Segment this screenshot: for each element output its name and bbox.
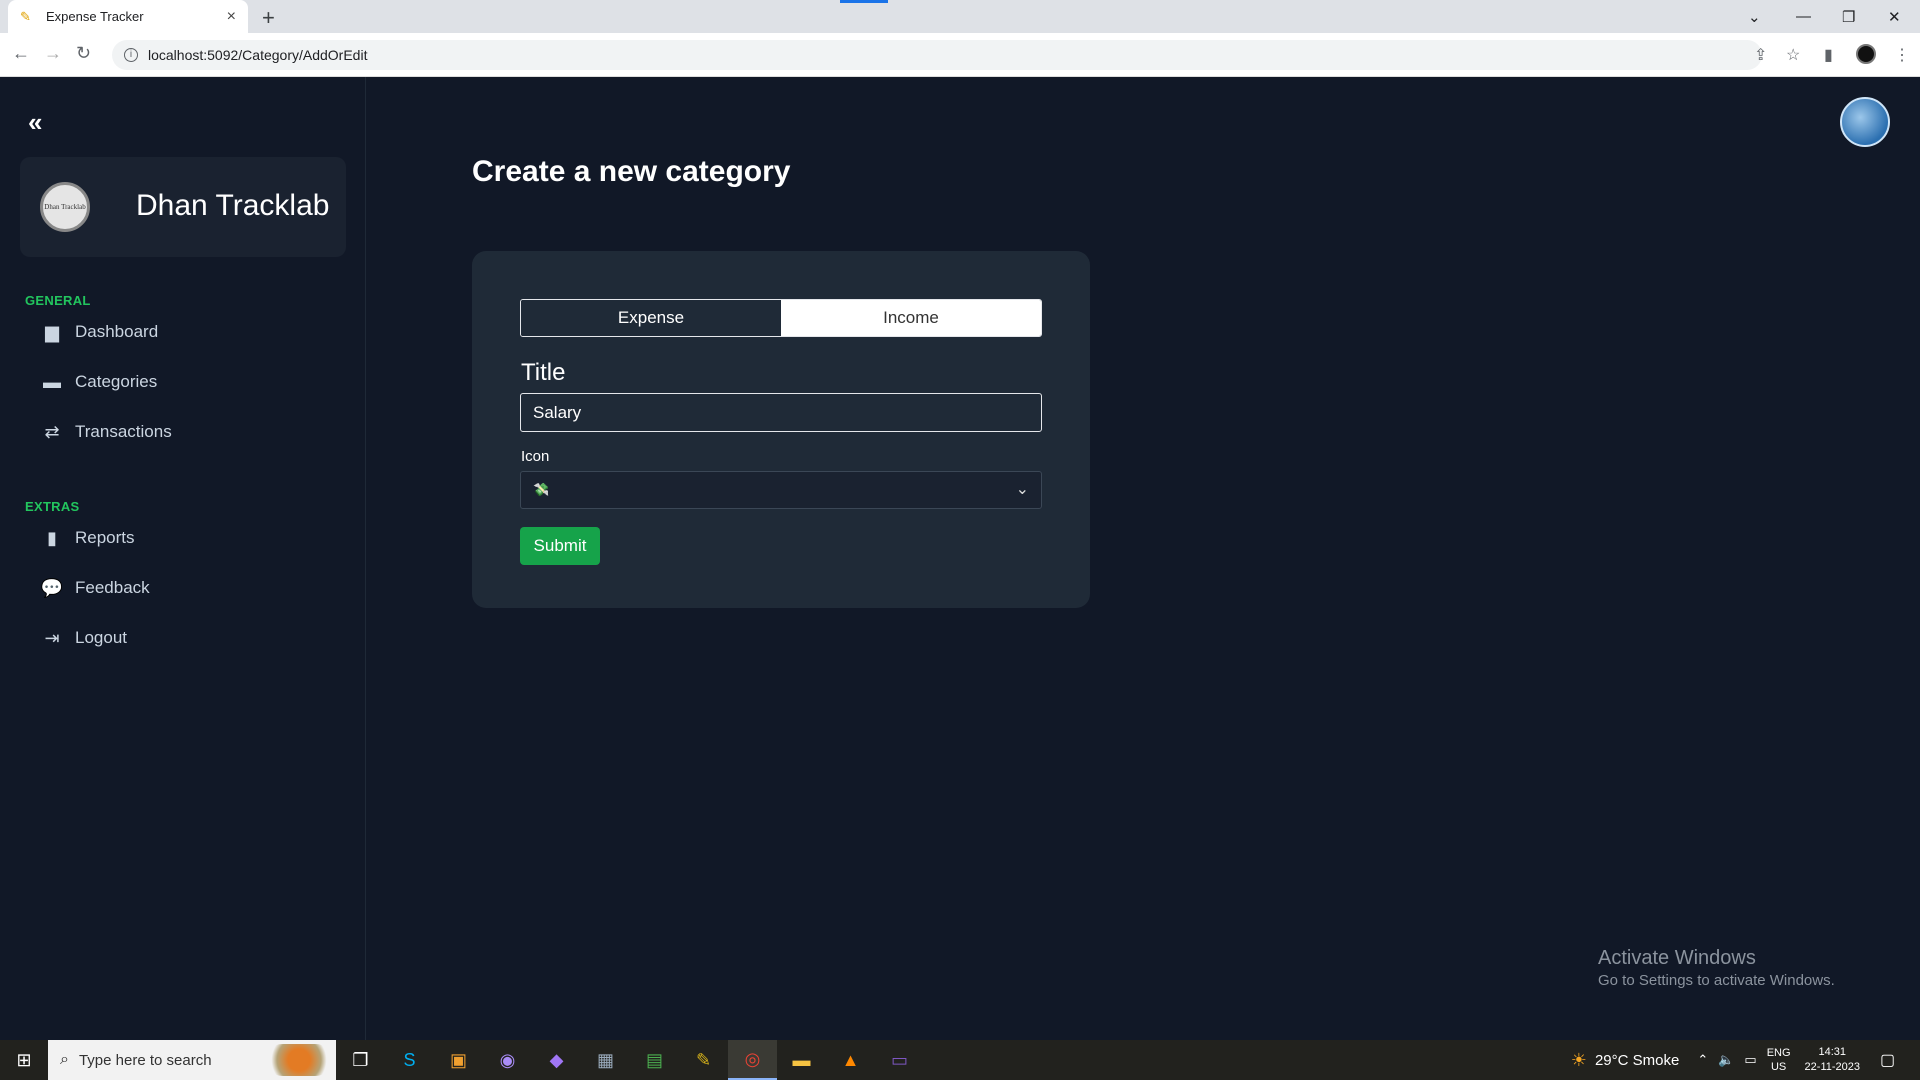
type-option-income[interactable]: Income [781, 300, 1041, 336]
user-avatar[interactable] [1840, 97, 1890, 147]
app-root: « Dhan Tracklab Dhan Tracklab GENERAL ▆ … [0, 77, 1920, 1040]
editor-app-icon[interactable]: ✎ [679, 1040, 728, 1080]
language-indicator[interactable]: ENG US [1767, 1046, 1791, 1074]
collapse-sidebar-icon[interactable]: « [28, 107, 42, 138]
github-desktop-icon[interactable]: ◉ [483, 1040, 532, 1080]
submit-button[interactable]: Submit [520, 527, 600, 565]
site-info-icon[interactable]: i [124, 48, 138, 62]
sidebar-item-label: Logout [75, 628, 127, 647]
address-bar[interactable]: i localhost:5092/Category/AddOrEdit [112, 40, 1762, 70]
reload-icon[interactable]: ↻ [76, 43, 91, 64]
browser-tab[interactable]: ✎ Expense Tracker × [8, 0, 248, 33]
search-placeholder: Type here to search [78, 1051, 212, 1069]
side-panel-icon[interactable]: ▮ [1824, 45, 1833, 65]
icon-label: Icon [521, 448, 550, 465]
region-code: US [1770, 1061, 1787, 1073]
browser-menu-icon[interactable]: ⋮ [1894, 45, 1910, 65]
windows-start-icon[interactable]: ⊞ [0, 1040, 48, 1080]
sidebar: « Dhan Tracklab Dhan Tracklab GENERAL ▆ … [0, 77, 366, 1040]
sidebar-item-label: Dashboard [75, 322, 159, 341]
activate-windows-watermark: Activate Windows Go to Settings to activ… [1598, 947, 1835, 989]
weather-icon: ☀ [1570, 1049, 1587, 1070]
network-app-icon[interactable]: ▦ [581, 1040, 630, 1080]
minimize-icon[interactable]: — [1796, 0, 1811, 33]
weather-text: 29°C Smoke [1594, 1051, 1680, 1069]
bookmark-star-icon[interactable]: ☆ [1786, 45, 1800, 65]
browser-toolbar: ← → ↻ i localhost:5092/Category/AddOrEdi… [0, 33, 1920, 77]
skype-icon[interactable]: S [385, 1040, 434, 1080]
sidebar-item-label: Reports [75, 528, 135, 547]
url-text: localhost:5092/Category/AddOrEdit [148, 47, 368, 63]
calendar-icon: ▆ [45, 321, 59, 342]
sidebar-item-label: Feedback [75, 578, 150, 597]
terminal-icon[interactable]: ▭ [875, 1040, 924, 1080]
windows-taskbar: ⊞ ⌕ Type here to search ❐ S ▣ ◉ ◆ ▦ ▤ ✎ … [0, 1040, 1920, 1080]
browser-profile-avatar[interactable] [1856, 44, 1876, 64]
logout-icon: ⇥ [44, 627, 60, 648]
sidebar-item-categories[interactable]: ▬ Categories [40, 367, 157, 397]
tab-title: Expense Tracker [46, 9, 144, 24]
clock-date: 22-11-2023 [1804, 1061, 1860, 1073]
network-icon[interactable]: ▭ [1744, 1052, 1756, 1068]
new-tab-button[interactable]: + [262, 5, 275, 31]
weather-widget[interactable]: ☀ 29°C Smoke [1571, 1050, 1680, 1071]
sidebar-item-transactions[interactable]: ⇄ Transactions [40, 417, 172, 447]
language-code: ENG [1766, 1047, 1791, 1059]
watermark-title: Activate Windows [1598, 947, 1756, 969]
outlook-icon[interactable]: ▣ [434, 1040, 483, 1080]
chevron-up-icon[interactable]: ⌃ [1697, 1052, 1708, 1068]
section-extras-title: EXTRAS [25, 499, 80, 514]
sidebar-item-feedback[interactable]: 💬 Feedback [40, 573, 150, 603]
bar-chart-icon: ▮ [47, 527, 57, 548]
search-highlight-image [266, 1044, 332, 1076]
loading-indicator [840, 0, 888, 3]
chevron-down-icon: ⌄ [1015, 481, 1029, 498]
taskbar-search[interactable]: ⌕ Type here to search [48, 1040, 336, 1080]
type-option-expense[interactable]: Expense [521, 300, 781, 336]
back-arrow-icon[interactable]: ← [12, 43, 30, 64]
clock-time: 14:31 [1818, 1046, 1847, 1058]
sidebar-item-logout[interactable]: ⇥ Logout [40, 623, 127, 653]
clock[interactable]: 14:31 22-11-2023 [1805, 1045, 1860, 1075]
close-tab-icon[interactable]: × [227, 8, 236, 26]
brand-logo: Dhan Tracklab [40, 182, 90, 232]
sidebar-item-dashboard[interactable]: ▆ Dashboard [40, 317, 158, 347]
sidebar-item-label: Categories [75, 372, 158, 391]
volume-icon[interactable]: 🔈 [1718, 1052, 1734, 1068]
type-segmented-control: Expense Income [520, 299, 1042, 337]
search-icon: ⌕ [60, 1051, 69, 1068]
task-view-icon[interactable]: ❐ [336, 1040, 385, 1080]
brand-name: Dhan Tracklab [136, 189, 330, 222]
brand-card: Dhan Tracklab Dhan Tracklab [20, 157, 346, 257]
close-window-icon[interactable]: ✕ [1888, 0, 1901, 33]
folder-icon: ▬ [43, 371, 61, 392]
notification-icon[interactable]: ▢ [1880, 1050, 1910, 1070]
section-general-title: GENERAL [25, 293, 91, 308]
restore-icon[interactable]: ❐ [1842, 0, 1855, 33]
share-icon[interactable]: ⇪ [1754, 45, 1767, 65]
watermark-subtitle: Go to Settings to activate Windows. [1598, 972, 1835, 989]
sidebar-item-label: Transactions [75, 422, 172, 441]
exchange-icon: ⇄ [44, 421, 60, 442]
category-form-card: Expense Income Title Salary Icon 💸 ⌄ Sub… [472, 251, 1090, 608]
chrome-icon[interactable]: ◎ [728, 1040, 777, 1080]
system-tray: ☀ 29°C Smoke ⌃ 🔈 ▭ ENG US 14:31 22-11-20… [1571, 1040, 1920, 1080]
file-explorer-icon[interactable]: ▬ [777, 1040, 826, 1080]
browser-tab-strip: ✎ Expense Tracker × + ⌄ — ❐ ✕ [0, 0, 1920, 33]
icon-select[interactable]: 💸 ⌄ [520, 471, 1042, 509]
comments-icon: 💬 [40, 577, 64, 598]
selected-icon-value: 💸 [533, 482, 550, 497]
page-title: Create a new category [472, 155, 791, 188]
title-input[interactable]: Salary [520, 393, 1042, 432]
visual-studio-icon[interactable]: ◆ [532, 1040, 581, 1080]
forward-arrow-icon[interactable]: → [44, 43, 62, 64]
vlc-icon[interactable]: ▲ [826, 1040, 875, 1080]
sidebar-item-reports[interactable]: ▮ Reports [40, 523, 135, 553]
tab-search-chevron-icon[interactable]: ⌄ [1748, 0, 1761, 33]
notepad-plus-icon[interactable]: ▤ [630, 1040, 679, 1080]
app-favicon-icon: ✎ [20, 8, 31, 24]
title-label: Title [521, 359, 566, 386]
